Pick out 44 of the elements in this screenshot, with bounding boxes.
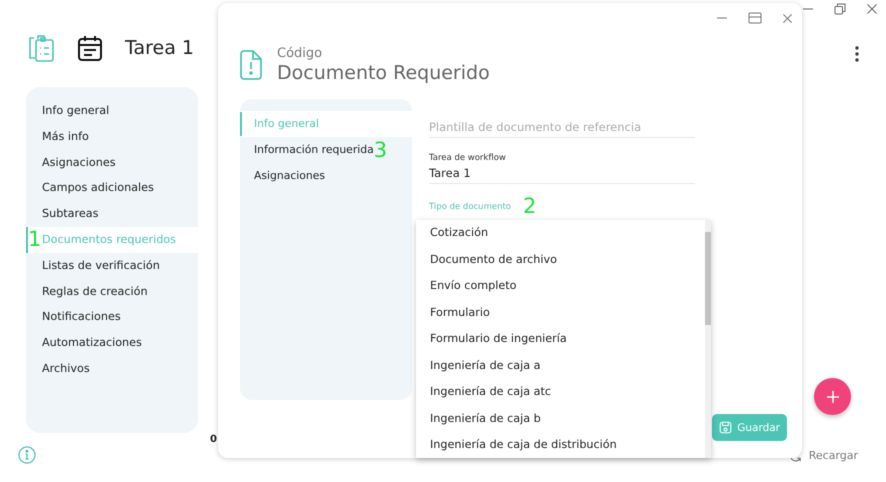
sidebar-item[interactable]: Info general <box>26 98 198 124</box>
add-button[interactable] <box>814 378 851 415</box>
dropdown-option[interactable]: Ingeniería de caja atc <box>416 379 705 406</box>
more-options-icon[interactable] <box>855 46 859 62</box>
dropdown-option[interactable]: Envío completo <box>416 273 705 300</box>
calendar-icon[interactable] <box>77 34 103 62</box>
dropdown-option[interactable]: Formulario de ingeniería <box>416 326 705 352</box>
sidebar-item[interactable]: Notificaciones <box>26 304 198 330</box>
sidebar-item[interactable]: Campos adicionales <box>26 175 198 202</box>
scrollbar[interactable] <box>705 220 711 458</box>
sidebar-item[interactable]: Asignaciones <box>26 150 198 176</box>
annotation-number: 2 <box>523 195 536 217</box>
sidebar-item[interactable]: Reglas de creación <box>26 278 198 304</box>
sidebar-item[interactable]: Automatizaciones <box>26 330 198 356</box>
annotation-number: 3 <box>374 139 388 161</box>
nav-tab[interactable]: Información requerida <box>240 138 374 162</box>
task-title: Tarea 1 <box>125 37 194 59</box>
sidebar-item[interactable]: Subtareas <box>26 201 198 227</box>
dialog-title: Documento Requerido <box>277 62 490 84</box>
close-icon[interactable] <box>866 3 878 15</box>
sidebar-item[interactable]: Más info <box>26 124 198 150</box>
dropdown-option[interactable]: Ingeniería de caja de distribución <box>416 432 705 458</box>
field-label: Tipo de documento <box>429 202 512 212</box>
dropdown-option[interactable]: Formulario <box>416 300 705 326</box>
save-icon <box>719 421 732 434</box>
sidebar-item[interactable]: Archivos <box>26 356 198 382</box>
close-icon[interactable] <box>782 12 793 24</box>
annotation-number: 1 <box>28 227 42 251</box>
dropdown-option[interactable]: Documento de archivo <box>416 246 705 273</box>
workflow-task-field[interactable]: Tarea 1 <box>429 163 695 183</box>
restore-icon[interactable] <box>834 3 846 15</box>
clipboard-list-icon[interactable] <box>26 33 56 63</box>
dialog-subtitle: Código <box>277 46 324 61</box>
maximize-icon[interactable] <box>748 12 762 24</box>
field-label: Tarea de workflow <box>429 153 507 163</box>
dropdown-option[interactable]: Cotización <box>416 220 705 246</box>
template-field[interactable]: Plantilla de documento de referencia <box>429 117 695 137</box>
nav-tab[interactable]: Asignaciones <box>240 164 325 188</box>
dropdown-option[interactable]: Ingeniería de caja b <box>416 406 705 432</box>
plus-icon <box>826 390 840 404</box>
document-alert-icon <box>239 50 263 80</box>
sidebar-item[interactable]: Listas de verificación <box>26 252 198 279</box>
table-cell: 0 <box>210 434 217 445</box>
dropdown-option[interactable]: Ingeniería de caja a <box>416 352 705 379</box>
